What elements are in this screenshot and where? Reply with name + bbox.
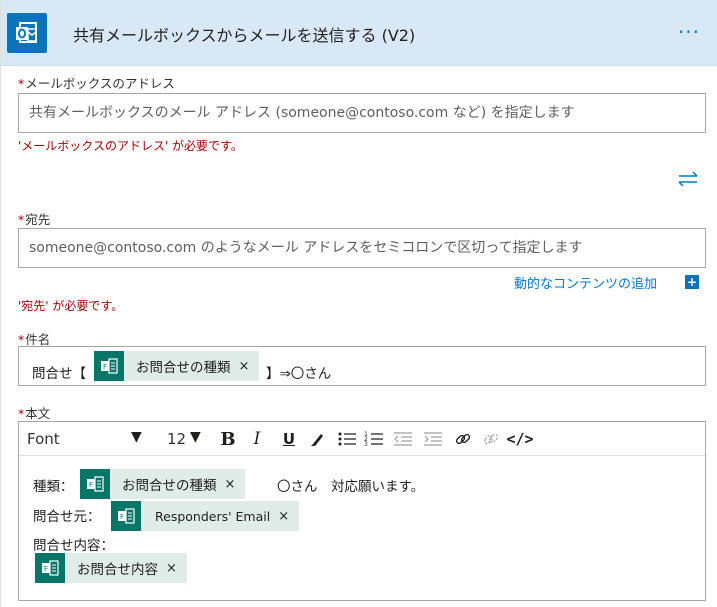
token-remove-button[interactable]: × [231,359,260,374]
token-inquiry-type[interactable]: F お問合せの種類 × [94,351,260,381]
token-label: お問合せ内容 [77,562,158,578]
code-view-button[interactable]: </> [505,426,535,452]
token-label: お問合せの種類 [122,478,217,494]
forms-icon: F [111,501,141,531]
svg-text:F: F [120,513,124,521]
font-family-select[interactable]: Font [27,430,60,448]
bold-button[interactable]: B [216,426,240,452]
numbered-list-icon[interactable]: 123 [362,426,386,452]
bulleted-list-icon[interactable] [335,426,359,452]
token-remove-button[interactable]: × [158,561,187,576]
font-size-select[interactable]: 12 [167,430,186,448]
unlink-icon[interactable] [479,426,503,452]
body-label: *本文 [18,406,51,421]
svg-text:F: F [103,363,107,371]
highlight-pen-icon[interactable] [306,426,330,452]
forms-icon: F [94,351,124,381]
add-dynamic-content-icon[interactable]: + [685,275,699,289]
rich-text-toolbar: Font ▼ 12 ▼ B I U 123 </> [19,422,705,456]
decrease-indent-icon[interactable] [391,426,415,452]
italic-button[interactable]: I [245,426,269,452]
increase-indent-icon[interactable] [421,426,445,452]
mailbox-label: *メールボックスのアドレス [18,76,175,91]
body-editor[interactable]: Font ▼ 12 ▼ B I U 123 </> 種類： F お問合せの種類 … [18,421,706,601]
forms-icon: F [35,553,65,583]
action-card: 共有メールボックスからメールを送信する (V2) ··· *メールボックスのアド… [0,0,717,607]
token-inquiry-content[interactable]: F お問合せ内容 × [35,553,187,583]
body-type-label: 種類： [33,479,74,495]
required-marker: * [18,332,25,347]
add-dynamic-content-link[interactable]: 動的なコンテンツの追加 [514,273,657,292]
body-content-label: 問合せ内容： [33,538,114,554]
body-source-label: 問合せ元： [33,509,101,525]
svg-text:F: F [44,565,48,573]
body-line1-text: 〇さん 対応願います。 [277,479,425,495]
required-marker: * [18,76,25,91]
mailbox-placeholder: 共有メールボックスのメール アドレス (someone@contoso.com … [29,105,575,121]
token-responders-email[interactable]: F Responders' Email × [111,501,300,531]
token-inquiry-type[interactable]: F お問合せの種類 × [80,469,246,499]
required-marker: * [18,212,25,227]
underline-button[interactable]: U [277,426,301,452]
token-label: Responders' Email [155,508,271,524]
chevron-down-icon[interactable]: ▼ [131,429,142,445]
subject-prefix: 問合せ【 [32,366,86,382]
subject-suffix: 】⇒〇さん [266,366,332,382]
chevron-down-icon[interactable]: ▼ [190,429,201,445]
more-options-button[interactable]: ··· [669,20,709,44]
required-marker: * [18,406,25,421]
token-remove-button[interactable]: × [217,477,246,492]
action-title: 共有メールボックスからメールを送信する (V2) [73,26,416,45]
to-error: '宛先' が必要です。 [18,299,124,313]
outlook-icon [7,13,47,53]
to-placeholder: someone@contoso.com のようなメール アドレスをセミコロンで区… [29,240,583,256]
swap-arrows-icon[interactable] [673,167,703,191]
forms-icon: F [80,469,110,499]
token-label: お問合せの種類 [136,360,231,376]
action-header[interactable]: 共有メールボックスからメールを送信する (V2) ··· [1,0,717,66]
mailbox-error: 'メールボックスのアドレス' が必要です。 [18,139,243,153]
to-input[interactable]: someone@contoso.com のようなメール アドレスをセミコロンで区… [18,228,706,268]
link-icon[interactable] [451,426,475,452]
token-remove-button[interactable]: × [270,509,299,524]
svg-text:3: 3 [364,441,368,448]
svg-text:F: F [89,481,93,489]
mailbox-address-input[interactable]: 共有メールボックスのメール アドレス (someone@contoso.com … [18,93,706,133]
to-label: *宛先 [18,212,51,227]
